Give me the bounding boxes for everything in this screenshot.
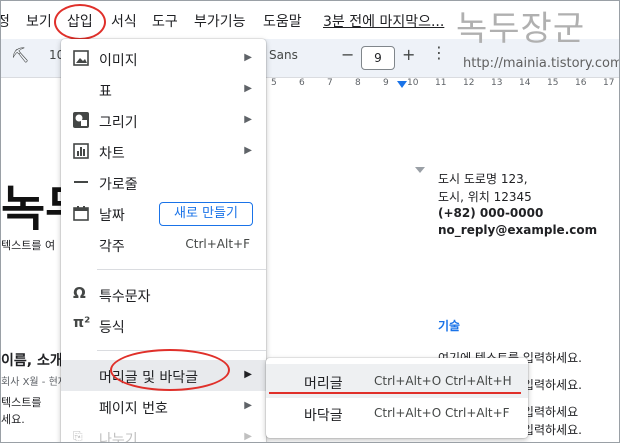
menu-label: 페이지 번호: [99, 401, 168, 417]
header-footer-submenu: 머리글 Ctrl+Alt+O Ctrl+Alt+H 바닥글 Ctrl+Alt+O…: [266, 358, 528, 438]
chart-icon: [73, 143, 89, 159]
horizontal-line-icon: [74, 181, 88, 183]
image-icon: [73, 50, 89, 66]
doc-text-snippet: 텍스트를 여: [1, 239, 56, 252]
submenu-arrow-icon: ▶: [244, 52, 252, 63]
footnote-shortcut: Ctrl+Alt+F: [185, 237, 250, 251]
menu-item-page-number[interactable]: 페이지 번호 ▶: [61, 391, 266, 422]
ruler-tick: 7: [327, 78, 333, 88]
new-button[interactable]: 새로 만들기: [159, 202, 253, 226]
font-name[interactable]: Sans: [269, 48, 298, 62]
header-footer-annotation-circle: [110, 349, 230, 391]
ruler-tick: 8: [355, 78, 361, 88]
ruler-tick: 5: [271, 78, 277, 88]
menu-item-special-chars[interactable]: Ω 특수문자: [61, 279, 266, 310]
ruler-tick: 9: [383, 78, 389, 88]
menu-format[interactable]: 서식: [111, 11, 137, 31]
decrease-size-button[interactable]: −: [341, 45, 354, 64]
menu-item-break[interactable]: ⎘ 나누기 ▶: [61, 422, 266, 443]
submenu-arrow-icon: ▶: [244, 400, 252, 411]
menu-label: 이미지: [99, 53, 138, 69]
paint-format-icon[interactable]: ⛏: [11, 46, 30, 64]
menu-help[interactable]: 도움말: [263, 11, 302, 31]
ruler-tick: 12: [463, 78, 475, 88]
last-edit-link[interactable]: 3분 전에 마지막으...: [323, 11, 444, 31]
submenu-arrow-icon: ▶: [244, 431, 252, 442]
phone: (+82) 000-0000: [438, 206, 544, 220]
menu-addons[interactable]: 부가기능: [194, 11, 246, 31]
ruler: 5 6 7 8 9 10 11 12 13 14 15 16 17: [271, 77, 619, 91]
menu-label: 각주: [99, 239, 125, 255]
menu-item-chart[interactable]: 차트 ▶: [61, 136, 266, 167]
drawing-icon: [73, 112, 89, 128]
menu-tools[interactable]: 도구: [152, 11, 178, 31]
menu-item-equation[interactable]: π² 등식: [61, 310, 266, 341]
menu-item-footnote[interactable]: 각주 Ctrl+Alt+F: [61, 229, 266, 260]
menu-item-horizontal-line[interactable]: 가로줄: [61, 167, 266, 198]
menu-item-date[interactable]: 날짜 새로 만들기: [61, 198, 266, 229]
calendar-icon: [73, 206, 89, 221]
email: no_reply@example.com: [438, 223, 598, 237]
ruler-tick: 14: [519, 78, 531, 88]
ruler-tick: 17: [603, 78, 615, 88]
menu-label: 나누기: [99, 432, 138, 443]
header-annotation-underline: [269, 392, 521, 394]
submenu-label: 머리글: [304, 376, 343, 392]
ruler-tick: 10: [407, 78, 419, 88]
submenu-item-footer[interactable]: 바닥글 Ctrl+Alt+O Ctrl+Alt+F: [266, 396, 528, 430]
more-options-icon[interactable]: ⋮: [431, 43, 447, 62]
text-left-2: 세요.: [1, 413, 25, 426]
ruler-tick: 6: [299, 78, 305, 88]
font-size-input[interactable]: 9: [361, 46, 395, 70]
footer-shortcut: Ctrl+Alt+O Ctrl+Alt+F: [374, 406, 510, 420]
menu-label: 그리기: [99, 115, 138, 131]
ruler-tick: 16: [575, 78, 587, 88]
submenu-arrow-icon: ▶: [244, 83, 252, 94]
text-left-1: 텍스트를: [1, 396, 42, 409]
menu-label: 가로줄: [99, 177, 138, 193]
app-window: 정 보기 삽입 서식 도구 부가기능 도움말 3분 전에 마지막으... ⛏ 1…: [0, 0, 620, 443]
increase-size-button[interactable]: +: [402, 45, 415, 64]
indent-marker[interactable]: [397, 81, 407, 88]
address-line-1: 도시 도로명 123,: [438, 172, 528, 186]
pi-icon: π²: [73, 315, 91, 331]
submenu-label: 바닥글: [304, 408, 343, 424]
insert-annotation-circle: [54, 4, 106, 40]
menu-label: 등식: [99, 320, 125, 336]
break-icon: ⎘: [73, 429, 83, 443]
name-line: 이름, 소개: [1, 353, 63, 369]
section-skills: 기술: [438, 319, 461, 333]
watermark-title: 녹두장군: [456, 9, 586, 49]
menu-item-drawing[interactable]: 그리기 ▶: [61, 105, 266, 136]
menu-file[interactable]: 정: [1, 11, 10, 31]
address-line-2: 도시, 위치 12345: [438, 190, 532, 204]
menu-label: 차트: [99, 146, 125, 162]
ruler-tick: 13: [491, 78, 503, 88]
menu-label: 특수문자: [99, 289, 151, 305]
submenu-arrow-icon: ▶: [244, 145, 252, 156]
menu-label: 날짜: [99, 208, 125, 224]
header-shortcut: Ctrl+Alt+O Ctrl+Alt+H: [374, 374, 512, 388]
ruler-tick: 11: [435, 78, 447, 88]
dropdown-caret-icon[interactable]: [415, 167, 425, 173]
menu-divider: [97, 269, 266, 270]
submenu-arrow-icon: ▶: [244, 114, 252, 125]
job-line: 회사 X월 - 현재: [1, 377, 67, 388]
watermark-url: http://mainia.tistory.com: [463, 56, 620, 71]
ruler-tick: 15: [547, 78, 559, 88]
menu-label: 표: [99, 84, 112, 100]
submenu-arrow-icon: ▶: [244, 369, 252, 380]
omega-icon: Ω: [73, 284, 86, 302]
menu-item-table[interactable]: 표 ▶: [61, 74, 266, 105]
menu-item-image[interactable]: 이미지 ▶: [61, 43, 266, 74]
menu-view[interactable]: 보기: [26, 11, 52, 31]
